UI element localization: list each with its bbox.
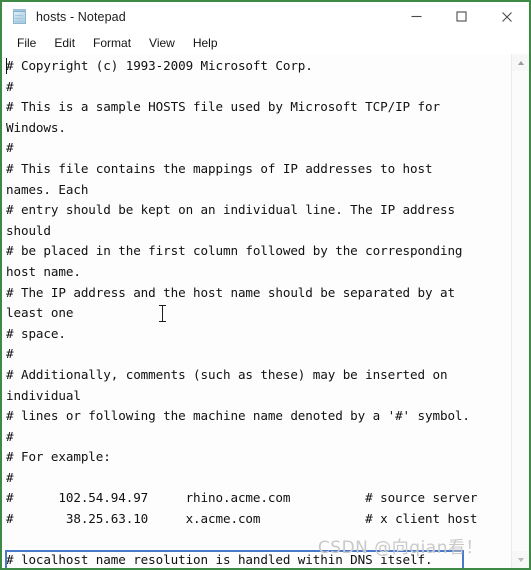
title-bar-left: hosts - Notepad [2, 8, 394, 25]
text-line: # [6, 469, 14, 485]
title-bar[interactable]: hosts - Notepad [2, 2, 529, 32]
menu-bar: File Edit Format View Help [2, 32, 529, 54]
text-line: # Additionally, comments (such as these)… [6, 366, 448, 382]
text-line: # Copyright (c) 1993-2009 Microsoft Corp… [6, 58, 313, 73]
text-line: # [6, 78, 14, 94]
text-line: names. Each [6, 181, 89, 197]
notepad-icon [11, 8, 28, 25]
menu-item-file[interactable]: File [9, 34, 44, 52]
text-line: least one [6, 305, 74, 321]
text-line: individual [6, 387, 81, 403]
window-title: hosts - Notepad [36, 9, 126, 24]
text-line: # This is a sample HOSTS file used by Mi… [6, 99, 440, 115]
text-line: should [6, 222, 51, 238]
close-button[interactable] [484, 2, 529, 31]
text-caret [6, 58, 7, 74]
menu-item-view[interactable]: View [141, 34, 183, 52]
scroll-down-arrow[interactable] [512, 551, 529, 568]
scroll-up-arrow[interactable] [512, 54, 529, 71]
text-content[interactable]: # Copyright (c) 1993-2009 Microsoft Corp… [2, 54, 511, 568]
editor-region: # Copyright (c) 1993-2009 Microsoft Corp… [2, 54, 529, 568]
menu-item-edit[interactable]: Edit [46, 34, 83, 52]
text-line: host name. [6, 263, 81, 279]
text-line: # be placed in the first column followed… [6, 243, 463, 259]
text-line: # space. [6, 325, 66, 341]
text-line: # [6, 140, 14, 156]
vertical-scrollbar[interactable] [511, 54, 529, 568]
text-editor-area[interactable]: # Copyright (c) 1993-2009 Microsoft Corp… [2, 54, 511, 568]
window-controls [394, 2, 529, 31]
text-line: # This file contains the mappings of IP … [6, 160, 433, 176]
minimize-button[interactable] [394, 2, 439, 31]
text-line: # [6, 428, 14, 444]
text-line: # [6, 346, 14, 362]
text-line: # For example: [6, 449, 111, 465]
scrollbar-track[interactable] [512, 71, 529, 551]
maximize-button[interactable] [439, 2, 484, 31]
menu-item-format[interactable]: Format [85, 34, 139, 52]
notepad-window: hosts - Notepad File Edit Format View He… [0, 0, 531, 570]
text-line [6, 530, 511, 551]
text-line: # 102.54.94.97 rhino.acme.com # source s… [6, 490, 478, 506]
text-line: # 38.25.63.10 x.acme.com # x client host [6, 511, 478, 527]
menu-item-help[interactable]: Help [185, 34, 226, 52]
text-line: # localhost name resolution is handled w… [6, 552, 433, 568]
text-line: Windows. [6, 119, 66, 135]
text-line: # lines or following the machine name de… [6, 408, 470, 424]
text-line: # entry should be kept on an individual … [6, 202, 455, 218]
text-line: # The IP address and the host name shoul… [6, 284, 455, 300]
